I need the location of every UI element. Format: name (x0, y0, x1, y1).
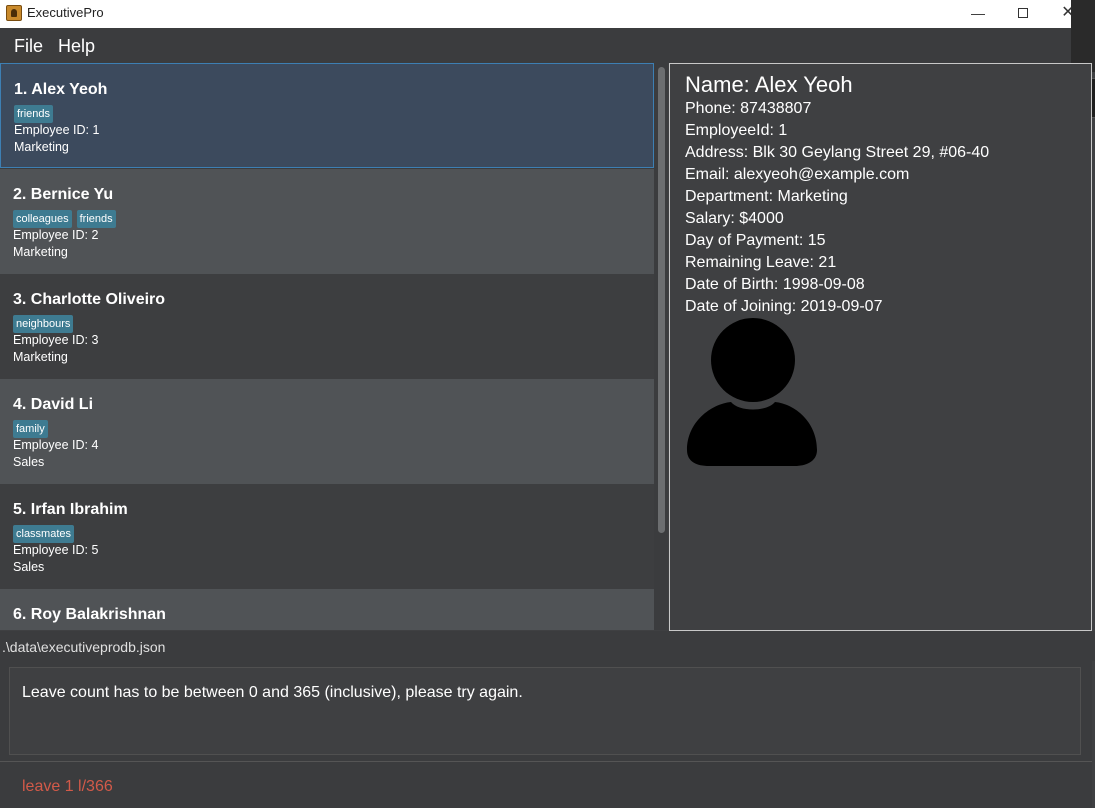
employee-card[interactable]: 1. Alex Yeoh friends Employee ID: 1 Mark… (0, 63, 654, 168)
menu-help[interactable]: Help (58, 36, 95, 57)
detail-remaining-leave: Remaining Leave: 21 (685, 254, 837, 271)
employee-tags: friends (14, 104, 58, 123)
data-file-path: .\data\executiveprodb.json (2, 639, 166, 655)
tag-label: colleagues (13, 210, 72, 228)
employee-department: Marketing (13, 350, 68, 364)
employee-name: 4. David Li (13, 396, 94, 413)
employee-tags: classmates (13, 524, 79, 543)
result-message: Leave count has to be between 0 and 365 … (22, 684, 523, 701)
detail-date-of-joining: Date of Joining: 2019-09-07 (685, 298, 883, 315)
detail-employee-id: EmployeeId: 1 (685, 122, 788, 139)
employee-name: 6. Roy Balakrishnan (13, 606, 166, 623)
employee-tags: colleagues friends (13, 209, 121, 228)
menu-bar: File Help (0, 28, 1071, 63)
tag-label: neighbours (13, 315, 74, 333)
employee-card[interactable]: 2. Bernice Yu colleagues friends Employee… (0, 169, 654, 274)
employee-name: 1. Alex Yeoh (14, 81, 108, 98)
detail-phone: Phone: 87438807 (685, 100, 812, 117)
detail-department: Department: Marketing (685, 188, 848, 205)
detail-day-of-payment: Day of Payment: 15 (685, 232, 826, 249)
detail-name: Name: Alex Yeoh (685, 72, 853, 97)
detail-email: Email: alexyeoh@example.com (685, 166, 910, 183)
employee-department: Sales (13, 560, 45, 574)
overlapping-window-edge (1071, 0, 1095, 72)
employee-card[interactable]: 6. Roy Balakrishnan (0, 589, 654, 630)
employee-card[interactable]: 5. Irfan Ibrahim classmates Employee ID:… (0, 484, 654, 589)
command-box (0, 761, 1092, 808)
result-display-container: Leave count has to be between 0 and 365 … (0, 661, 1092, 761)
employee-id: Employee ID: 1 (14, 123, 100, 137)
employee-tags: family (13, 419, 53, 438)
scrollbar-thumb[interactable] (658, 67, 665, 533)
result-display[interactable]: Leave count has to be between 0 and 365 … (9, 667, 1081, 755)
detail-salary: Salary: $4000 (685, 210, 784, 227)
person-silhouette-icon (687, 318, 817, 466)
employee-name: 3. Charlotte Oliveiro (13, 291, 166, 308)
employee-tags: neighbours (13, 314, 78, 333)
maximize-icon (1018, 8, 1028, 18)
command-input[interactable] (10, 770, 1070, 804)
maximize-button[interactable] (1000, 0, 1046, 28)
employee-card[interactable]: 4. David Li family Employee ID: 4 Sales (0, 379, 654, 484)
status-bar: .\data\executiveprodb.json (0, 631, 1095, 661)
employee-department: Sales (13, 455, 45, 469)
minimize-button[interactable]: — (955, 0, 1001, 28)
tag-label: classmates (13, 525, 75, 543)
tag-label: friends (76, 210, 116, 228)
employee-card[interactable]: 3. Charlotte Oliveiro neighbours Employe… (0, 274, 654, 379)
app-icon (6, 5, 22, 21)
employee-detail-panel: Name: Alex Yeoh Phone: 87438807 Employee… (669, 63, 1092, 631)
employee-list-scrollbar[interactable] (655, 63, 668, 630)
employee-department: Marketing (14, 140, 69, 154)
tag-label: family (13, 420, 48, 438)
tag-label: friends (14, 105, 54, 123)
detail-address: Address: Blk 30 Geylang Street 29, #06-4… (685, 144, 990, 161)
employee-id: Employee ID: 2 (13, 228, 99, 242)
menu-file[interactable]: File (14, 36, 43, 57)
window-title-bar: ExecutivePro — ✕ (0, 0, 1095, 28)
window-title: ExecutivePro (27, 5, 104, 20)
employee-id: Employee ID: 4 (13, 438, 99, 452)
employee-list[interactable]: 1. Alex Yeoh friends Employee ID: 1 Mark… (0, 63, 655, 630)
employee-department: Marketing (13, 245, 68, 259)
employee-id: Employee ID: 3 (13, 333, 99, 347)
employee-id: Employee ID: 5 (13, 543, 99, 557)
employee-name: 5. Irfan Ibrahim (13, 501, 128, 518)
detail-date-of-birth: Date of Birth: 1998-09-08 (685, 276, 865, 293)
employee-name: 2. Bernice Yu (13, 186, 114, 203)
